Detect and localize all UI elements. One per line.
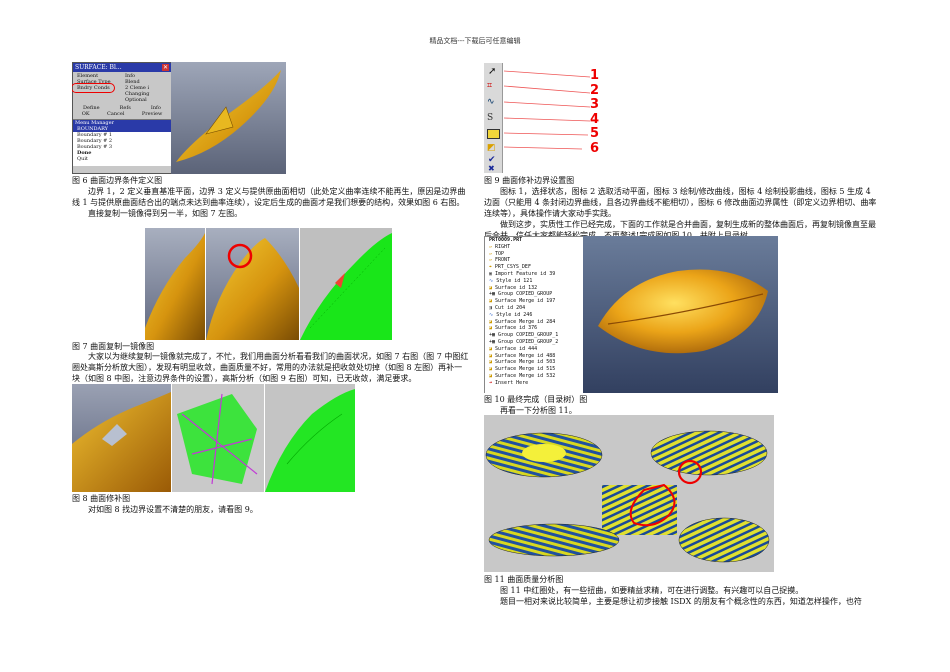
tree-item[interactable]: ▱ RIGHT bbox=[485, 244, 583, 251]
model-tree: PRT0009.PRT ▱ RIGHT ▱ TOP ▱ FRONT ⌖ PRT_… bbox=[484, 236, 584, 393]
tree-item[interactable]: ◪ Surface Merge id 532 bbox=[485, 373, 583, 380]
dialog-title: SURFACE: Bl... bbox=[73, 63, 171, 72]
tree-item[interactable]: ◪ Surface id 132 bbox=[485, 285, 583, 292]
active-plane-icon[interactable]: ⌗ bbox=[487, 81, 492, 91]
tree-item[interactable]: ▣ Import Feature id 39 bbox=[485, 271, 583, 278]
select-arrow-icon[interactable]: ➚ bbox=[488, 66, 496, 77]
curve-icon[interactable]: ∿ bbox=[487, 97, 495, 107]
ok-button[interactable]: OK bbox=[82, 111, 90, 117]
tree-item-insert-here[interactable]: ➜ Insert Here bbox=[485, 380, 583, 387]
handwritten-numbers: 1 2 3 4 5 6 bbox=[590, 68, 600, 156]
red-highlight-circle bbox=[72, 83, 115, 93]
cancel-button[interactable]: Cancel bbox=[107, 111, 124, 117]
paragraph-1: 边界 1，2 定义垂直基准平面，边界 3 定义与提供原曲面相切（此处定义曲率连续… bbox=[72, 187, 466, 218]
paragraph-5: 图标 1，选择状态，图标 2 选取活动平面，图标 3 绘制/修改曲线，图标 4 … bbox=[484, 187, 877, 240]
figure-10: PRT0009.PRT ▱ RIGHT ▱ TOP ▱ FRONT ⌖ PRT_… bbox=[484, 236, 778, 393]
red-pointer-lines bbox=[503, 70, 591, 150]
paragraph-8: 图 11 中红圈处，有一些扭曲，如要精益求精，可在进行调整。有兴趣可以自己捉摸。… bbox=[500, 586, 862, 606]
paragraph-4: 对如图 8 找边界设置不清楚的朋友，请看图 9。 bbox=[88, 505, 258, 514]
tree-item[interactable]: ◨ Cut id 204 bbox=[485, 305, 583, 312]
boundary-surface-icon[interactable] bbox=[487, 129, 500, 139]
figure-9: ➚ ⌗ ∿ Ѕ ◩ ✔ ✖ 1 2 3 4 5 6 bbox=[484, 63, 604, 173]
dialog-row-element bbox=[73, 97, 125, 103]
figure-7 bbox=[145, 228, 392, 340]
projected-curve-icon[interactable]: Ѕ bbox=[487, 113, 493, 123]
tree-item[interactable]: ◪ Surface Merge id 488 bbox=[485, 353, 583, 360]
paragraph-3: 大家以为继续复制一镜像就完成了，不忙，我们用曲面分析看看我们的曲面状况，如图 7… bbox=[72, 352, 469, 383]
preview-button[interactable]: Preview bbox=[142, 111, 162, 117]
page-header: 精品文档---下载后可任意编辑 bbox=[429, 37, 521, 45]
figure-11 bbox=[484, 415, 774, 572]
tree-item[interactable]: ▱ TOP bbox=[485, 251, 583, 258]
figure-6: SURFACE: Bl... ✕ Element Info Surface Ty… bbox=[72, 62, 286, 174]
tree-item[interactable]: ∿ Style id 246 bbox=[485, 312, 583, 319]
surface-dialog: SURFACE: Bl... ✕ Element Info Surface Ty… bbox=[72, 62, 172, 174]
figure-6-caption: 图 6 曲面边界条件定义图 bbox=[72, 176, 163, 185]
menu-item-quit[interactable]: Quit bbox=[73, 156, 171, 162]
tree-item[interactable]: ◪ Surface id 376 bbox=[485, 325, 583, 332]
fig6-surface-render bbox=[171, 62, 286, 174]
tree-item[interactable]: ▱ FRONT bbox=[485, 257, 583, 264]
dialog-row-info: Optional bbox=[125, 97, 147, 103]
tree-item[interactable]: +▦ Group COPIED_GROUP_2 bbox=[485, 339, 583, 346]
tree-item[interactable]: ◪ Surface Merge id 284 bbox=[485, 319, 583, 326]
surface-connect-icon[interactable]: ◩ bbox=[487, 143, 496, 153]
dialog-row-element[interactable]: Bndry Conds bbox=[72, 83, 125, 93]
figure-10-caption: 图 10 最终完成（目录树）图 bbox=[484, 395, 588, 404]
tree-item[interactable]: ⌖ PRT_CSYS_DEF bbox=[485, 264, 583, 271]
tree-item[interactable]: ◪ Surface Merge id 515 bbox=[485, 366, 583, 373]
tree-item[interactable]: +▦ Group COPIED_GROUP bbox=[485, 291, 583, 298]
tree-item[interactable]: +▦ Group COPIED_GROUP_1 bbox=[485, 332, 583, 339]
tree-item[interactable]: ∿ Style id 121 bbox=[485, 278, 583, 285]
tree-item[interactable]: ◪ Surface Merge id 197 bbox=[485, 298, 583, 305]
figure-9-caption: 图 9 曲面修补边界设置图 bbox=[484, 176, 575, 185]
tree-item[interactable]: ◪ Surface Merge id 503 bbox=[485, 359, 583, 366]
cancel-x-icon[interactable]: ✖ bbox=[488, 164, 495, 173]
tree-item[interactable]: PRT0009.PRT bbox=[485, 237, 583, 244]
close-icon[interactable]: ✕ bbox=[162, 64, 169, 71]
tree-item[interactable]: ◪ Surface id 444 bbox=[485, 346, 583, 353]
isdx-toolbar: ➚ ⌗ ∿ Ѕ ◩ ✔ ✖ bbox=[484, 63, 503, 173]
fig10-final-model-render bbox=[583, 236, 778, 393]
figure-8 bbox=[72, 384, 355, 492]
figure-8-caption: 图 8 曲面修补图 bbox=[72, 494, 131, 503]
figure-11-caption: 图 11 曲面质量分析图 bbox=[484, 575, 564, 584]
